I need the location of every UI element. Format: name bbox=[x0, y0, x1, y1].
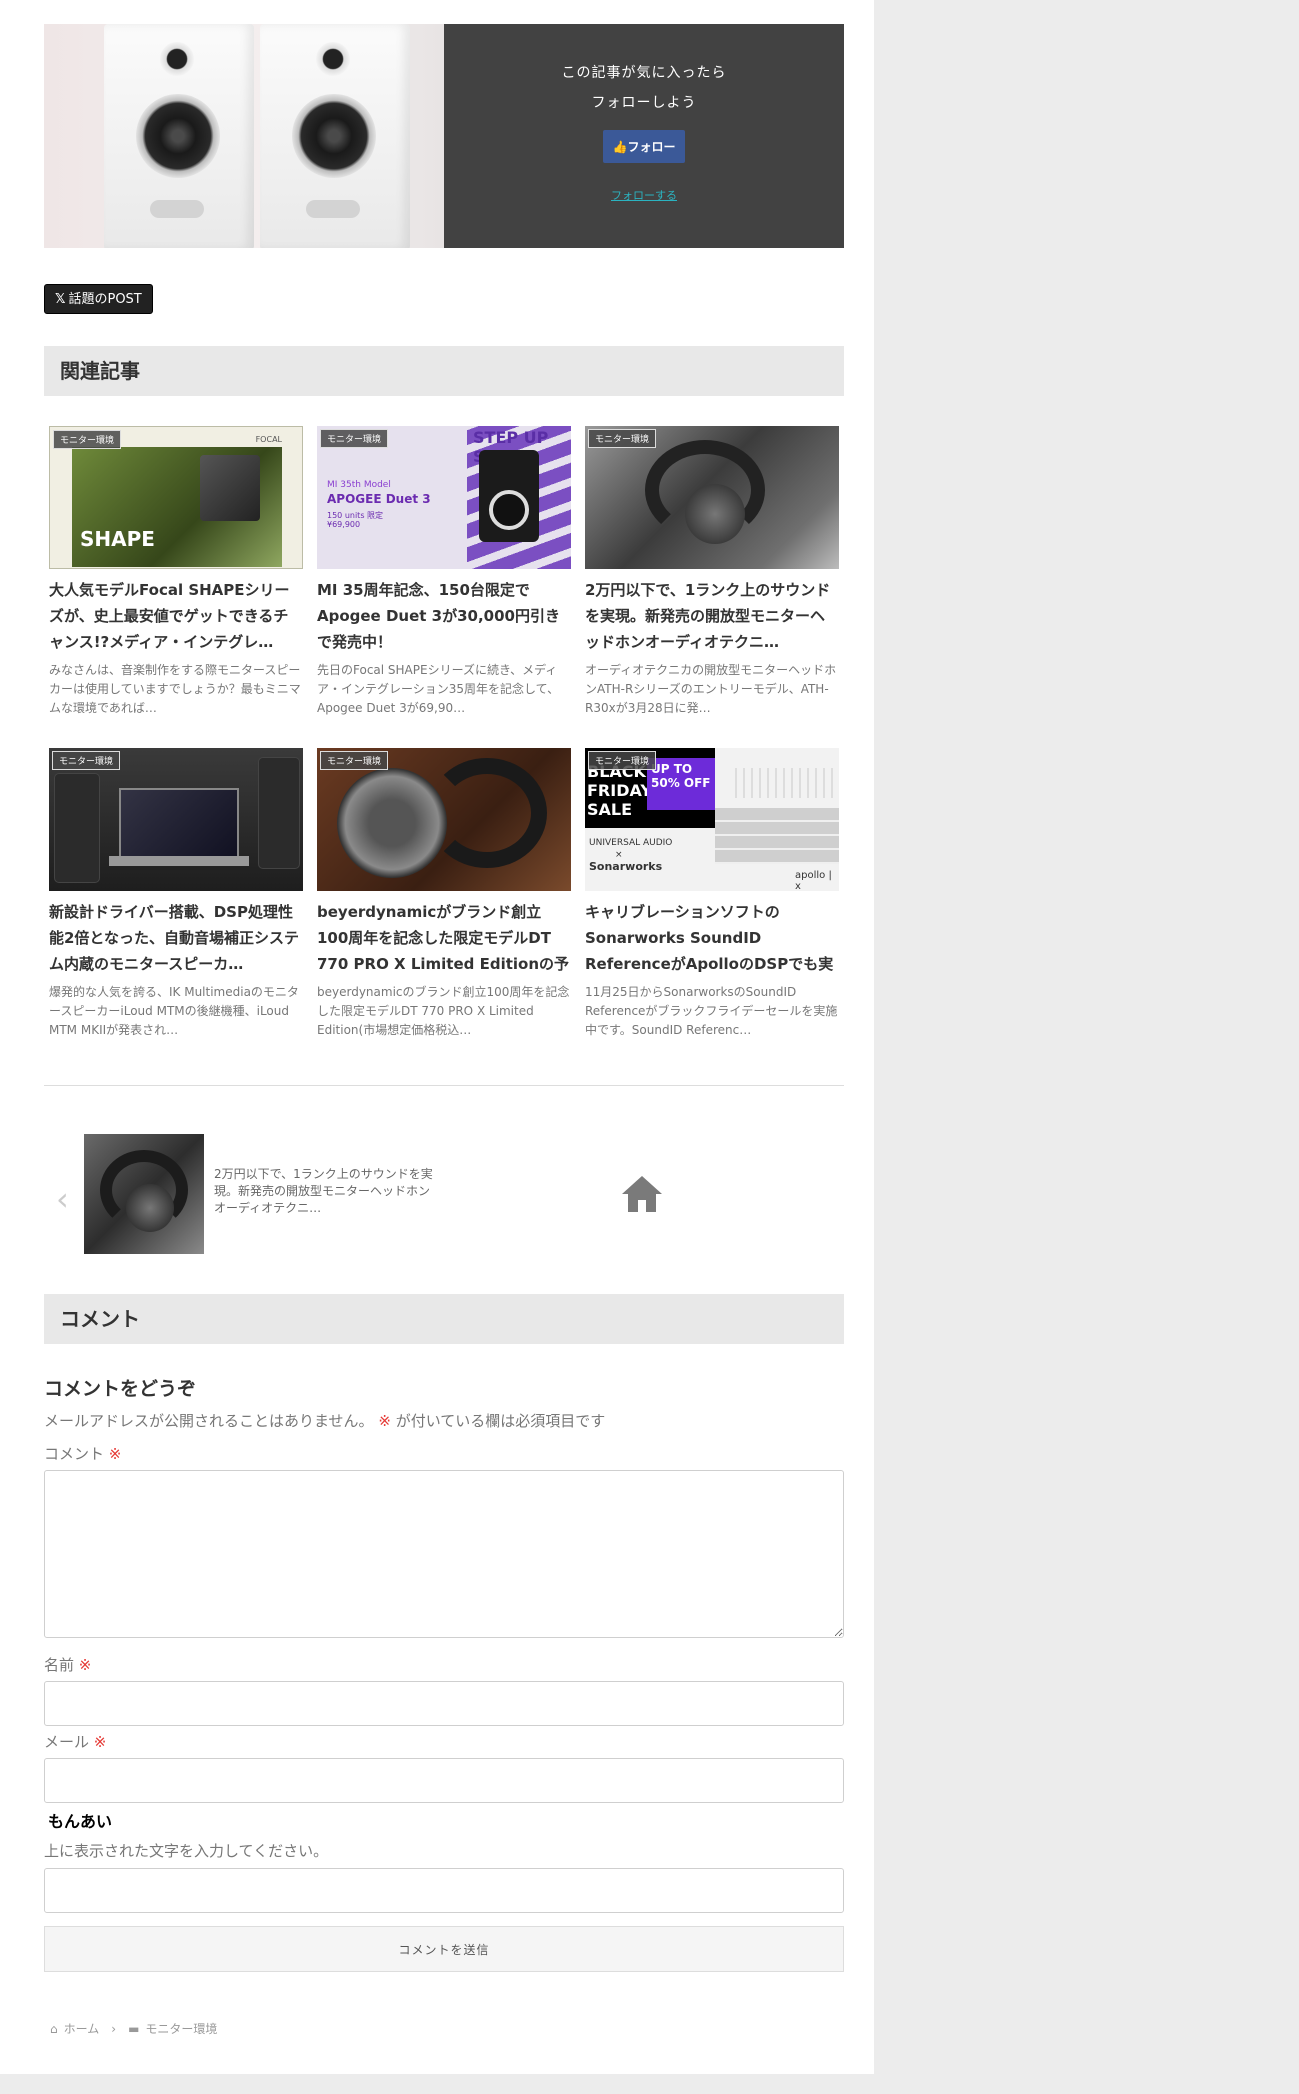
prev-post-title[interactable]: 2万円以下で、1ランク上のサウンドを実現。新発売の開放型モニターヘッドホンオーデ… bbox=[214, 1166, 434, 1217]
category-tag: モニター環境 bbox=[52, 751, 121, 770]
x-post-button[interactable]: 𝕏 話題のPOST bbox=[44, 284, 153, 314]
follow-button-label: フォロー bbox=[627, 140, 676, 154]
card-excerpt: 先日のFocal SHAPEシリーズに続き、メディア・インテグレーション35周年… bbox=[317, 663, 560, 715]
email-label-text: メール bbox=[44, 1733, 90, 1751]
follow-link[interactable]: フォローする bbox=[444, 187, 844, 203]
name-input[interactable] bbox=[44, 1681, 844, 1726]
thumbs-up-icon: 👍 bbox=[612, 140, 628, 154]
follow-box: この記事が気に入ったら フォローしよう 👍フォロー フォローする bbox=[44, 24, 844, 248]
card-excerpt: 11月25日からSonarworksのSoundID Referenceがブラッ… bbox=[585, 985, 838, 1037]
card-thumbnail: STEP UP ST MI 35th Model APOGEE Duet 3 1… bbox=[317, 426, 571, 569]
category-tag: モニター環境 bbox=[588, 429, 657, 448]
required-mark: ※ bbox=[378, 1412, 391, 1430]
thumb-bf-line2: FRIDAY bbox=[587, 781, 652, 800]
card-title[interactable]: 2万円以下で、1ランク上のサウンドを実現。新発売の開放型モニターヘッドホンオーデ… bbox=[585, 577, 839, 655]
comment-label: コメント ※ bbox=[44, 1443, 121, 1464]
thumb-up-to: UP TO bbox=[651, 762, 693, 776]
related-heading: 関連記事 bbox=[44, 346, 844, 396]
thumb-ua-text: UNIVERSAL AUDIO bbox=[589, 838, 673, 848]
submit-comment-button[interactable]: コメントを送信 bbox=[44, 1926, 844, 1972]
thumb-bf-line3: SALE bbox=[587, 800, 633, 819]
captcha-hint: 上に表示された文字を入力してください。 bbox=[44, 1842, 329, 1860]
comment-form-title: コメントをどうぞ bbox=[44, 1378, 197, 1400]
required-mark: ※ bbox=[108, 1445, 122, 1463]
card-excerpt: みなさんは、音楽制作をする際モニタースピーカーは使用していますでしょうか？最もミ… bbox=[49, 663, 301, 715]
speaker-right-image bbox=[260, 24, 410, 248]
comment-label-text: コメント bbox=[44, 1445, 105, 1463]
name-label: 名前 ※ bbox=[44, 1654, 91, 1675]
related-card[interactable]: モニター環境 新設計ドライバー搭載、DSP処理性能2倍となった、自動音場補正シス… bbox=[49, 748, 303, 1040]
card-title[interactable]: 大人気モデルFocal SHAPEシリーズが、史上最安値でゲットできるチャンス!… bbox=[49, 577, 303, 655]
comment-note-text: メールアドレスが公開されることはありません。 bbox=[44, 1412, 374, 1430]
card-excerpt: 爆発的な人気を誇る、IK MultimediaのモニタースピーカーiLoud M… bbox=[49, 985, 299, 1037]
card-title[interactable]: 新設計ドライバー搭載、DSP処理性能2倍となった、自動音場補正システム内蔵のモニ… bbox=[49, 899, 303, 977]
follow-box-image bbox=[44, 24, 444, 248]
card-excerpt: beyerdynamicのブランド創立100周年を記念した限定モデルDT 770… bbox=[317, 985, 570, 1037]
category-tag: モニター環境 bbox=[588, 751, 657, 770]
comment-note-tail: が付いている欄は必須項目です bbox=[390, 1412, 606, 1430]
breadcrumb-home[interactable]: ホーム bbox=[64, 2020, 100, 2037]
divider bbox=[44, 1085, 844, 1086]
thumb-line2: APOGEE Duet 3 bbox=[327, 492, 431, 506]
card-thumbnail: BLACK FRIDAY SALE UP TO 50% OFF UNIVERSA… bbox=[585, 748, 839, 891]
thumb-line1: MI 35th Model bbox=[327, 480, 391, 490]
follow-button[interactable]: 👍フォロー bbox=[602, 130, 686, 163]
thumb-sonarworks-text: Sonarworks bbox=[589, 860, 663, 873]
follow-text-line1: この記事が気に入ったら bbox=[561, 65, 727, 81]
x-post-label: 話題のPOST bbox=[68, 292, 142, 307]
required-mark: ※ bbox=[93, 1733, 107, 1751]
speaker-left-image bbox=[104, 24, 254, 248]
card-thumbnail: モニター環境 bbox=[49, 748, 303, 891]
card-thumbnail: モニター環境 bbox=[585, 426, 839, 569]
related-card[interactable]: BLACK FRIDAY SALE UP TO 50% OFF UNIVERSA… bbox=[585, 748, 839, 1040]
comment-note: メールアドレスが公開されることはありません。 ※ が付いている欄は必須項目です bbox=[44, 1410, 605, 1431]
card-title[interactable]: キャリブレーションソフトのSonarworks SoundID Referenc… bbox=[585, 899, 839, 977]
thumb-off: 50% OFF bbox=[651, 776, 711, 790]
thumb-apollo-text: apollo | x bbox=[795, 870, 832, 891]
card-thumbnail: SHAPE FOCAL モニター環境 bbox=[49, 426, 303, 569]
x-logo-icon: 𝕏 bbox=[55, 292, 66, 307]
card-title[interactable]: MI 35周年記念、150台限定でApogee Duet 3が30,000円引き… bbox=[317, 577, 571, 655]
comment-heading: コメント bbox=[44, 1294, 844, 1344]
captcha-input[interactable] bbox=[44, 1868, 844, 1913]
chevron-right-icon: › bbox=[111, 2021, 117, 2036]
card-title[interactable]: beyerdynamicがブランド創立100周年を記念した限定モデルDT 770… bbox=[317, 899, 571, 977]
comment-textarea[interactable] bbox=[44, 1470, 844, 1638]
card-thumbnail: モニター環境 bbox=[317, 748, 571, 891]
card-excerpt: オーディオテクニカの開放型モニターヘッドホンATH-Rシリーズのエントリーモデル… bbox=[585, 663, 837, 715]
related-card[interactable]: SHAPE FOCAL モニター環境 大人気モデルFocal SHAPEシリーズ… bbox=[49, 426, 303, 718]
name-label-text: 名前 bbox=[44, 1656, 75, 1674]
email-label: メール ※ bbox=[44, 1731, 106, 1752]
follow-text-line2: フォローしよう bbox=[591, 95, 697, 111]
thumb-x-text: × bbox=[615, 850, 623, 860]
home-icon: ⌂ bbox=[50, 2021, 58, 2036]
required-mark: ※ bbox=[78, 1656, 92, 1674]
thumb-line4: ¥69,900 bbox=[327, 520, 361, 529]
related-card[interactable]: モニター環境 beyerdynamicがブランド創立100周年を記念した限定モデ… bbox=[317, 748, 571, 1040]
breadcrumb: ⌂ ホーム › ▬ モニター環境 bbox=[50, 2020, 217, 2037]
thumb-brand-text: FOCAL bbox=[255, 435, 282, 444]
email-input[interactable] bbox=[44, 1758, 844, 1803]
related-card[interactable]: モニター環境 2万円以下で、1ランク上のサウンドを実現。新発売の開放型モニターヘ… bbox=[585, 426, 839, 718]
chevron-left-icon[interactable]: ‹ bbox=[56, 1180, 69, 1218]
category-tag: モニター環境 bbox=[320, 751, 389, 770]
breadcrumb-category[interactable]: モニター環境 bbox=[145, 2020, 217, 2037]
category-tag: モニター環境 bbox=[53, 430, 122, 449]
prev-post-thumbnail[interactable] bbox=[84, 1134, 204, 1254]
related-card[interactable]: STEP UP ST MI 35th Model APOGEE Duet 3 1… bbox=[317, 426, 571, 718]
thumb-shape-text: SHAPE bbox=[80, 527, 155, 551]
follow-panel: この記事が気に入ったら フォローしよう 👍フォロー フォローする bbox=[444, 24, 844, 248]
category-tag: モニター環境 bbox=[320, 429, 389, 448]
home-icon[interactable] bbox=[620, 1174, 664, 1218]
captcha-image: もんあい bbox=[48, 1812, 113, 1831]
main-content: この記事が気に入ったら フォローしよう 👍フォロー フォローする 𝕏 話題のPOS… bbox=[0, 0, 874, 2074]
folder-icon: ▬ bbox=[128, 2021, 140, 2036]
